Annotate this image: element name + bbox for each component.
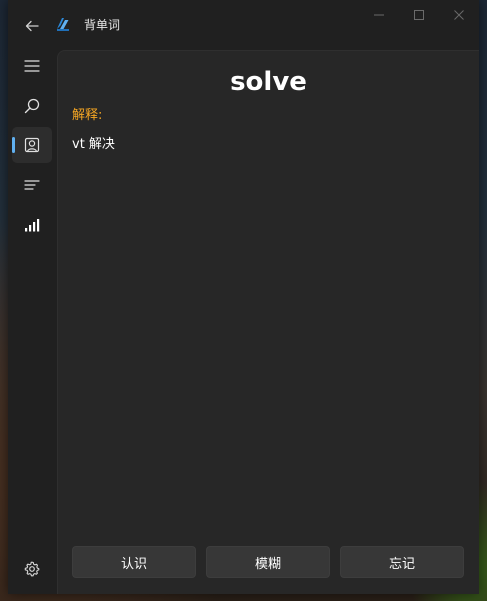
app-title: 背单词 xyxy=(84,18,121,32)
recite-page: solve 解释: vt 解决 认识 模糊 忘记 xyxy=(57,50,479,594)
definition-label: 解释: xyxy=(72,108,103,123)
back-arrow-icon xyxy=(25,20,39,32)
settings-button[interactable] xyxy=(12,551,52,587)
forget-button[interactable]: 忘记 xyxy=(340,546,464,578)
know-button[interactable]: 认识 xyxy=(72,546,196,578)
nav-search-item[interactable] xyxy=(12,88,52,124)
app-window: 背单词 solve 解释: vt 解决 认识 模糊 忘记 xyxy=(8,0,479,594)
minimize-icon xyxy=(374,14,384,16)
close-button[interactable] xyxy=(439,0,479,30)
fuzzy-button[interactable]: 模糊 xyxy=(206,546,330,578)
nav-list-item[interactable] xyxy=(12,167,52,203)
selection-indicator xyxy=(12,137,15,153)
word-heading: solve xyxy=(230,67,307,97)
definition-text: vt 解决 xyxy=(72,137,115,152)
back-button[interactable] xyxy=(18,12,46,40)
minimize-button[interactable] xyxy=(359,0,399,30)
close-icon xyxy=(454,10,464,20)
maximize-button[interactable] xyxy=(399,0,439,30)
search-icon xyxy=(24,98,40,114)
navigation-rail xyxy=(8,48,56,594)
list-icon xyxy=(24,180,40,190)
nav-recite-item[interactable] xyxy=(12,127,52,163)
nav-menu-button[interactable] xyxy=(12,48,52,84)
signal-bars-icon xyxy=(25,219,40,232)
app-logo-icon xyxy=(57,18,69,31)
hamburger-menu-icon xyxy=(24,60,40,72)
nav-stats-item[interactable] xyxy=(12,207,52,243)
gear-icon xyxy=(24,561,40,577)
maximize-icon xyxy=(414,10,424,20)
title-bar: 背单词 xyxy=(8,0,479,48)
contact-card-icon xyxy=(24,137,40,153)
